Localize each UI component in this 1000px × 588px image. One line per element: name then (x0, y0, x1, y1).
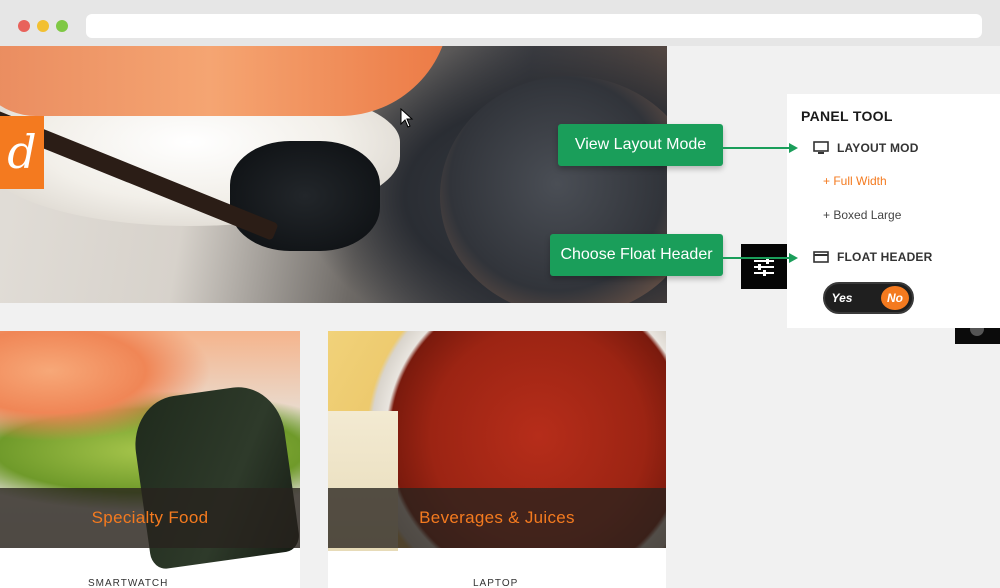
arrow-head-icon (789, 253, 798, 263)
callout-arrow (723, 147, 791, 149)
minimize-window-button[interactable] (37, 20, 49, 32)
float-header-label: FLOAT HEADER (837, 250, 933, 264)
float-header-heading: FLOAT HEADER (813, 250, 933, 264)
monitor-icon (813, 141, 829, 154)
toggle-yes[interactable]: Yes (828, 287, 856, 309)
header-card-icon (813, 251, 829, 263)
category-subtitle: LAPTOP (473, 578, 519, 588)
category-card-specialty-food[interactable]: Specialty Food SMARTWATCH (0, 331, 300, 588)
arrow-head-icon (789, 143, 798, 153)
category-title[interactable]: Specialty Food (0, 488, 300, 548)
panel-tool: PANEL TOOL LAYOUT MOD + Full Width + Box… (787, 94, 1000, 328)
browser-toolbar (0, 0, 1000, 46)
hero-salmon-image (0, 46, 450, 116)
layout-mode-label: LAYOUT MOD (837, 141, 919, 155)
maximize-window-button[interactable] (56, 20, 68, 32)
callout-arrow (723, 257, 791, 259)
hero-seaweed-image (230, 141, 380, 251)
layout-mode-heading: LAYOUT MOD (813, 141, 919, 155)
site-logo-letter: d (7, 125, 37, 179)
callout-choose-float-header: Choose Float Header (550, 234, 723, 276)
category-title[interactable]: Beverages & Juices (328, 488, 666, 548)
page-viewport: d Specialty Food SMARTWATCH Beverages & … (0, 46, 1000, 588)
category-subtitle: SMARTWATCH (88, 578, 169, 588)
option-full-width[interactable]: + Full Width (823, 174, 887, 188)
float-header-toggle[interactable]: Yes No (823, 282, 914, 314)
sliders-icon (754, 257, 774, 276)
close-window-button[interactable] (18, 20, 30, 32)
toggle-no[interactable]: No (881, 286, 909, 310)
callout-view-layout-mode: View Layout Mode (558, 124, 723, 166)
option-boxed-large[interactable]: + Boxed Large (823, 208, 901, 222)
panel-tool-toggle-button[interactable] (741, 244, 787, 289)
panel-title: PANEL TOOL (801, 108, 893, 124)
category-card-beverages[interactable]: Beverages & Juices LAPTOP (328, 331, 666, 588)
address-bar[interactable] (86, 14, 982, 38)
mouse-cursor-icon (400, 108, 414, 128)
